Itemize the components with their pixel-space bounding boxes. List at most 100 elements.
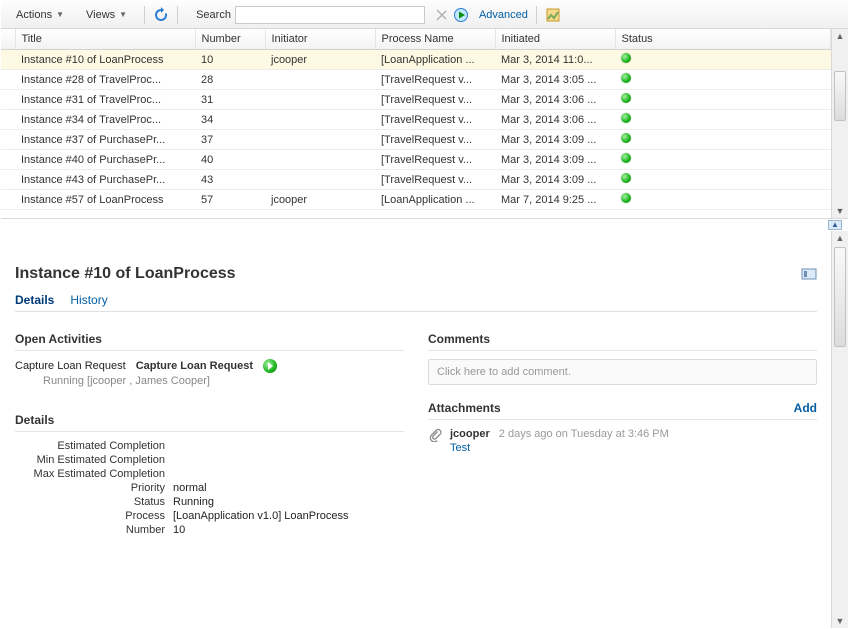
views-label: Views [86, 9, 115, 21]
kv-val: normal [173, 482, 207, 494]
cell-initiator [265, 110, 375, 130]
col-number[interactable]: Number [195, 29, 265, 50]
table-row[interactable]: Instance #57 of LoanProcess57jcooper[Loa… [1, 190, 831, 210]
table-row[interactable]: Instance #28 of TravelProc...28[TravelRe… [1, 70, 831, 90]
scroll-down-icon[interactable]: ▼ [836, 616, 845, 626]
kv-val: Running [173, 496, 214, 508]
tab-history[interactable]: History [70, 293, 107, 307]
table-row[interactable]: Instance #34 of TravelProc...34[TravelRe… [1, 110, 831, 130]
views-menu-button[interactable]: Views ▼ [77, 6, 136, 24]
row-spacer [1, 70, 15, 90]
activity-name: Capture Loan Request [15, 360, 126, 372]
cell-number: 43 [195, 170, 265, 190]
right-column: Comments Click here to add comment. Atta… [428, 326, 817, 538]
col-initiated[interactable]: Initiated [495, 29, 615, 50]
toolbar-separator [536, 6, 537, 24]
cell-status [615, 70, 831, 90]
caret-down-icon: ▼ [56, 10, 64, 19]
table-row[interactable]: Instance #31 of TravelProc...31[TravelRe… [1, 90, 831, 110]
cell-process-name: [TravelRequest v... [375, 90, 495, 110]
scroll-thumb[interactable] [834, 247, 846, 347]
row-spacer [1, 150, 15, 170]
actions-menu-button[interactable]: Actions ▼ [7, 6, 73, 24]
instance-table-wrap: Title Number Initiator Process Name Init… [1, 29, 831, 218]
toolbar-separator [144, 6, 145, 24]
table-row[interactable]: Instance #10 of LoanProcess10jcooper[Loa… [1, 50, 831, 70]
play-icon[interactable] [263, 359, 277, 373]
status-dot-icon [621, 153, 631, 163]
kv-key: Estimated Completion [15, 440, 165, 452]
col-initiator[interactable]: Initiator [265, 29, 375, 50]
cell-title: Instance #57 of LoanProcess [15, 190, 195, 210]
scroll-up-icon[interactable]: ▲ [836, 31, 845, 41]
scroll-track[interactable] [832, 41, 848, 206]
tab-details[interactable]: Details [15, 293, 54, 307]
scroll-up-icon[interactable]: ▲ [836, 233, 845, 243]
col-title[interactable]: Title [15, 29, 195, 50]
cell-initiated: Mar 7, 2014 9:25 ... [495, 190, 615, 210]
cell-initiator [265, 90, 375, 110]
clear-search-icon[interactable] [433, 7, 449, 23]
cell-number: 57 [195, 190, 265, 210]
cell-title: Instance #10 of LoanProcess [15, 50, 195, 70]
table-row[interactable]: Instance #43 of PurchasePr...43[TravelRe… [1, 170, 831, 190]
kv-row: Process[LoanApplication v1.0] LoanProces… [15, 510, 404, 522]
table-row[interactable]: Instance #40 of PurchasePr...40[TravelRe… [1, 150, 831, 170]
comment-input[interactable]: Click here to add comment. [428, 359, 817, 385]
cell-title: Instance #28 of TravelProc... [15, 70, 195, 90]
splitter-bar[interactable]: ▲ [1, 219, 848, 231]
row-spacer [1, 190, 15, 210]
add-attachment-link[interactable]: Add [794, 401, 817, 415]
row-spacer [1, 170, 15, 190]
cell-status [615, 50, 831, 70]
cell-initiated: Mar 3, 2014 3:09 ... [495, 170, 615, 190]
cell-process-name: [TravelRequest v... [375, 70, 495, 90]
detail-scrollbar[interactable]: ▲ ▼ [831, 231, 848, 628]
kv-val: [LoanApplication v1.0] LoanProcess [173, 510, 349, 522]
activity-row[interactable]: Capture Loan Request Capture Loan Reques… [15, 359, 404, 373]
table-row[interactable]: Instance #37 of PurchasePr...37[TravelRe… [1, 130, 831, 150]
detail-tabs: Details History [15, 293, 817, 312]
report-icon[interactable] [545, 7, 561, 23]
col-status[interactable]: Status [615, 29, 831, 50]
attachment-row: jcooper 2 days ago on Tuesday at 3:46 PM… [428, 428, 817, 454]
refresh-icon[interactable] [153, 7, 169, 23]
left-column: Open Activities Capture Loan Request Cap… [15, 326, 404, 538]
scroll-down-icon[interactable]: ▼ [836, 206, 845, 216]
detail-title-row: Instance #10 of LoanProcess [15, 265, 817, 283]
cell-process-name: [TravelRequest v... [375, 130, 495, 150]
attachment-info: jcooper 2 days ago on Tuesday at 3:46 PM… [450, 428, 669, 454]
col-spacer [1, 29, 15, 50]
status-dot-icon [621, 133, 631, 143]
scroll-thumb[interactable] [834, 71, 846, 121]
table-scrollbar[interactable]: ▲ ▼ [831, 29, 848, 218]
run-search-icon[interactable] [453, 7, 469, 23]
row-spacer [1, 50, 15, 70]
cell-initiator: jcooper [265, 190, 375, 210]
actions-label: Actions [16, 9, 52, 21]
kv-key: Priority [15, 482, 165, 494]
cell-process-name: [TravelRequest v... [375, 150, 495, 170]
activity-sub-text: Running [jcooper , James Cooper] [15, 375, 404, 387]
search-label: Search [196, 9, 231, 21]
advanced-link[interactable]: Advanced [479, 9, 528, 21]
toolbar: Actions ▼ Views ▼ Search Advanced [1, 1, 848, 29]
cell-process-name: [TravelRequest v... [375, 170, 495, 190]
search-input[interactable] [235, 6, 425, 24]
detail-action-icon[interactable] [801, 266, 817, 282]
status-dot-icon [621, 73, 631, 83]
attachment-link[interactable]: Test [450, 442, 669, 454]
scroll-track[interactable] [832, 243, 848, 616]
cell-initiated: Mar 3, 2014 3:09 ... [495, 130, 615, 150]
cell-status [615, 170, 831, 190]
kv-row: StatusRunning [15, 496, 404, 508]
comments-heading: Comments [428, 332, 817, 351]
cell-initiated: Mar 3, 2014 3:05 ... [495, 70, 615, 90]
detail-columns: Open Activities Capture Loan Request Cap… [15, 326, 817, 538]
detail-pane: Instance #10 of LoanProcess Details Hist… [1, 231, 848, 628]
paperclip-icon [428, 428, 442, 445]
cell-initiated: Mar 3, 2014 11:0... [495, 50, 615, 70]
status-dot-icon [621, 173, 631, 183]
col-process-name[interactable]: Process Name [375, 29, 495, 50]
collapse-up-icon[interactable]: ▲ [828, 220, 842, 230]
